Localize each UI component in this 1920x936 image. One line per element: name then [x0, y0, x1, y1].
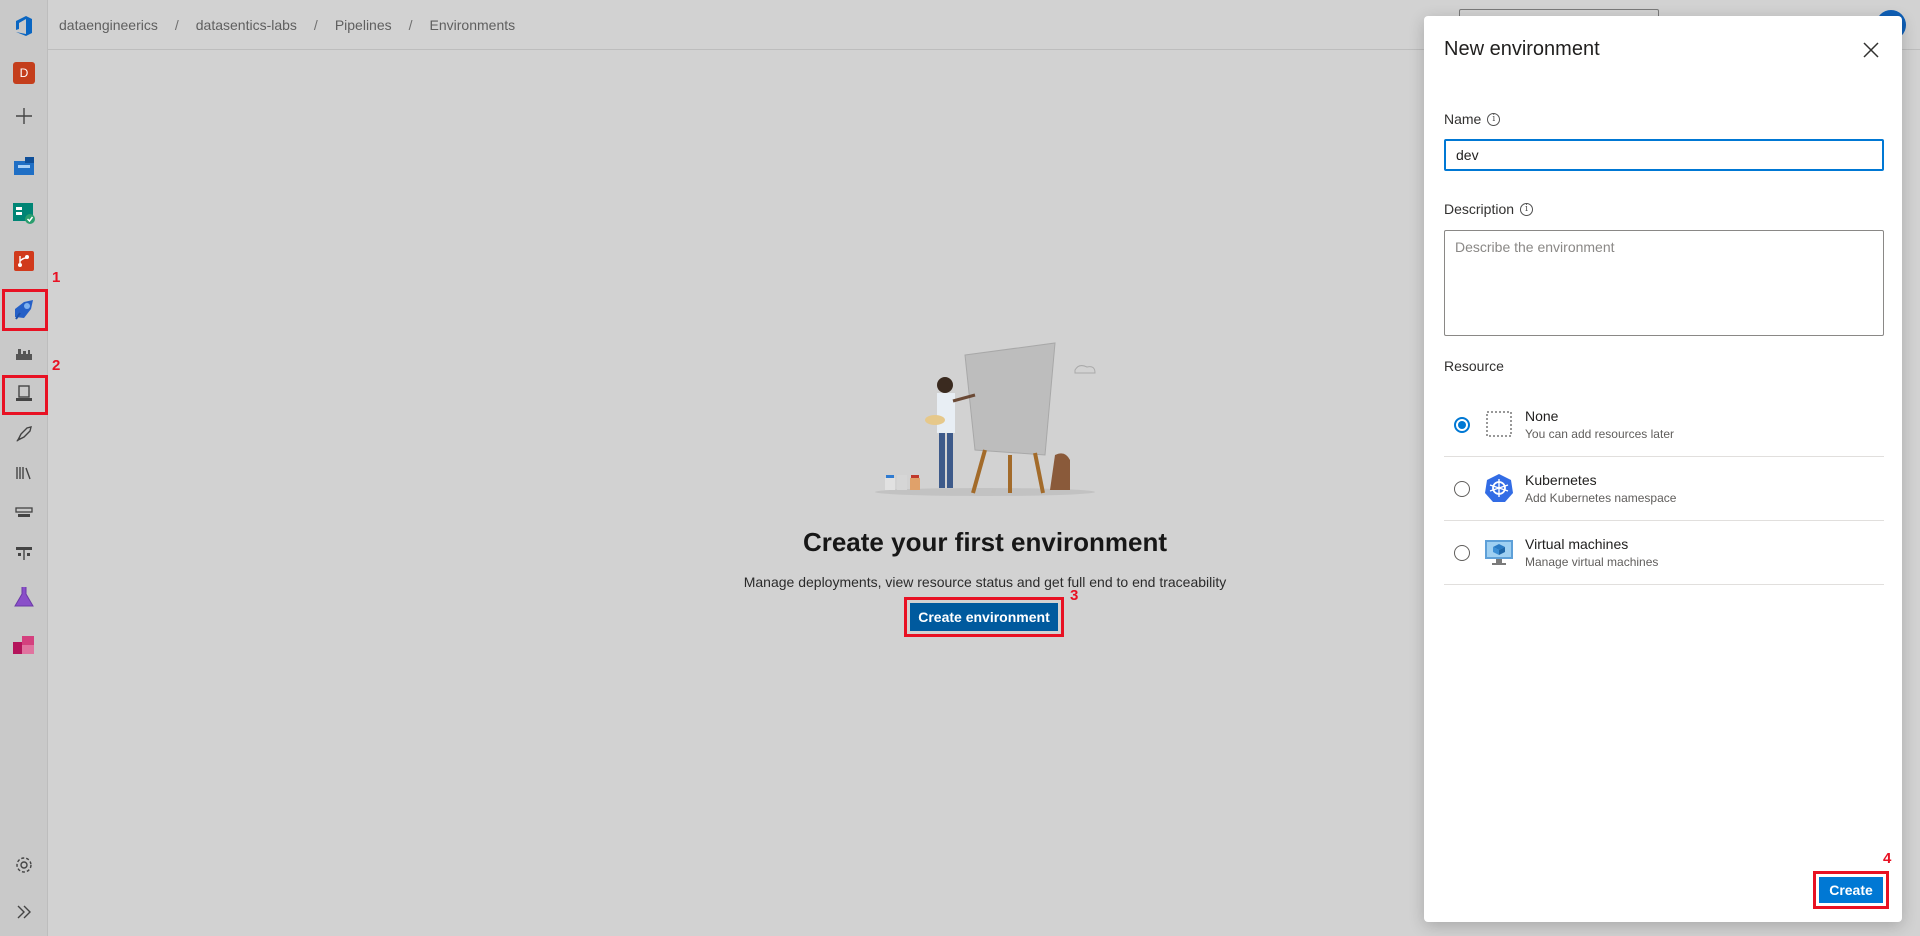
panel-title: New environment	[1444, 38, 1600, 60]
description-label-row: Description i	[1444, 201, 1534, 217]
description-input[interactable]	[1444, 230, 1884, 336]
info-icon[interactable]: i	[1520, 202, 1534, 216]
task-groups-icon[interactable]	[10, 499, 38, 527]
overview-icon[interactable]	[10, 152, 38, 180]
pipelines-subitem-icon[interactable]	[10, 340, 38, 368]
name-label: Name	[1444, 111, 1482, 127]
annotation-box-4: Create	[1813, 871, 1889, 909]
annotation-box-2	[2, 375, 48, 415]
resource-option-virtual-machines[interactable]: Virtual machines Manage virtual machines	[1444, 521, 1884, 585]
close-icon[interactable]	[1859, 38, 1883, 62]
resource-name: Virtual machines	[1525, 536, 1629, 552]
resource-virtual-machines-radio[interactable]	[1454, 545, 1470, 561]
name-input[interactable]	[1444, 139, 1884, 171]
releases-icon[interactable]	[10, 420, 38, 448]
artifacts-icon[interactable]	[10, 631, 38, 659]
empty-state-subtitle: Manage deployments, view resource status…	[743, 574, 1227, 590]
azure-devops-logo-icon[interactable]	[12, 14, 36, 38]
annotation-box-3: Create environment	[904, 597, 1064, 637]
expand-chevron-icon[interactable]	[10, 898, 38, 926]
kubernetes-icon	[1485, 474, 1513, 502]
resource-name: None	[1525, 408, 1559, 424]
test-plans-icon[interactable]	[10, 583, 38, 611]
dashed-square-icon	[1486, 411, 1512, 437]
annotation-box-1	[2, 289, 48, 331]
resource-description: Manage virtual machines	[1525, 555, 1659, 569]
info-icon[interactable]: i	[1487, 112, 1501, 126]
breadcrumb-organization[interactable]: dataengineerics	[59, 17, 158, 33]
empty-state: Create your first environment Manage dep…	[640, 335, 1330, 590]
new-environment-panel: New environment Name i Description i Res…	[1424, 16, 1902, 922]
breadcrumb-separator: /	[174, 17, 179, 33]
breadcrumb-pipelines[interactable]: Pipelines	[335, 17, 392, 33]
breadcrumb-project[interactable]: datasentics-labs	[196, 17, 297, 33]
breadcrumb-separator: /	[408, 17, 413, 33]
organization-badge[interactable]: D	[10, 59, 38, 87]
resource-option-none[interactable]: None You can add resources later	[1444, 393, 1884, 457]
deployment-groups-icon[interactable]	[10, 539, 38, 567]
description-label: Description	[1444, 201, 1515, 217]
resource-description: You can add resources later	[1525, 427, 1674, 441]
empty-state-title: Create your first environment	[802, 527, 1168, 557]
annotation-number-4: 4	[1883, 850, 1892, 867]
library-icon[interactable]	[10, 459, 38, 487]
resource-kubernetes-radio[interactable]	[1454, 481, 1470, 497]
org-initial: D	[13, 62, 35, 84]
resource-name: Kubernetes	[1525, 472, 1597, 488]
breadcrumb-environments[interactable]: Environments	[430, 17, 516, 33]
breadcrumb: dataengineerics / datasentics-labs / Pip…	[59, 17, 515, 33]
add-icon[interactable]	[10, 102, 38, 130]
repos-icon[interactable]	[10, 247, 38, 275]
annotation-number-3: 3	[1070, 587, 1079, 604]
left-navigation-rail: D	[0, 0, 48, 936]
create-button[interactable]: Create	[1819, 877, 1883, 903]
resource-option-kubernetes[interactable]: Kubernetes Add Kubernetes namespace	[1444, 457, 1884, 521]
resource-none-radio[interactable]	[1454, 417, 1470, 433]
name-label-row: Name i	[1444, 111, 1501, 127]
boards-icon[interactable]	[10, 199, 38, 227]
resource-description: Add Kubernetes namespace	[1525, 491, 1677, 505]
breadcrumb-separator: /	[313, 17, 318, 33]
annotation-number-2: 2	[52, 357, 61, 374]
settings-gear-icon[interactable]	[10, 851, 38, 879]
create-environment-button[interactable]: Create environment	[910, 603, 1058, 631]
annotation-number-1: 1	[52, 269, 61, 286]
painter-illustration	[875, 342, 1096, 496]
virtual-machine-icon	[1485, 540, 1513, 565]
resource-label: Resource	[1444, 358, 1504, 374]
